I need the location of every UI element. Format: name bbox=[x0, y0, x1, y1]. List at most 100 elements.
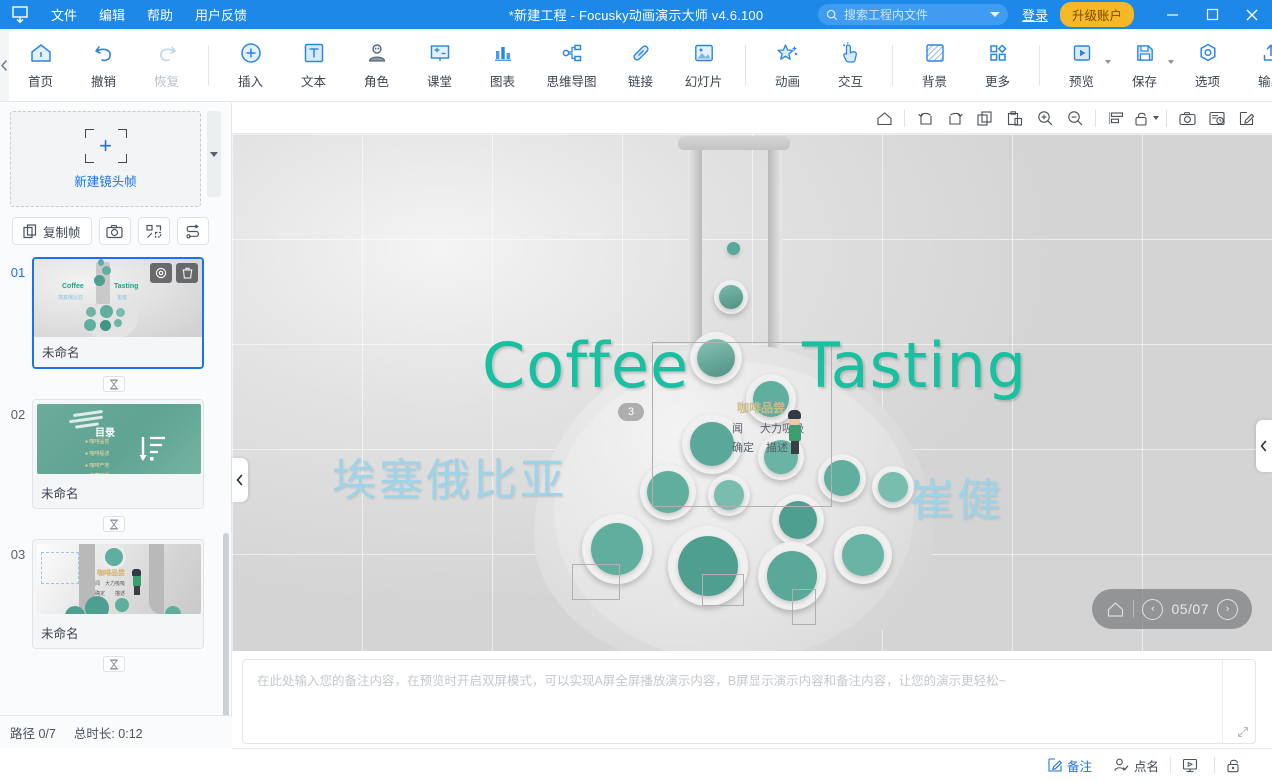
presenter-view-button[interactable] bbox=[1171, 758, 1214, 773]
zoom-out-button[interactable] bbox=[1060, 105, 1090, 131]
ribbon-button-more[interactable]: 更多 bbox=[966, 32, 1029, 98]
pager-next-button[interactable]: › bbox=[1217, 598, 1238, 620]
pager-prev-button[interactable]: ‹ bbox=[1142, 598, 1164, 620]
fit-frame-button[interactable] bbox=[137, 217, 170, 245]
align-button[interactable] bbox=[1101, 105, 1131, 131]
ribbon-button-text[interactable]: 文本 bbox=[282, 32, 345, 98]
edit-button[interactable] bbox=[1232, 105, 1262, 131]
save-disk-icon bbox=[1134, 40, 1156, 66]
ribbon-button-preview[interactable]: 预览 bbox=[1050, 32, 1113, 98]
canvas-paste-button[interactable] bbox=[1000, 105, 1030, 131]
selection-box-small-2[interactable] bbox=[702, 574, 744, 606]
notes-area: 在此处输入您的备注内容，在预览时开启双屏模式，可以实现A屏全屏播放演示内容，B屏… bbox=[232, 651, 1272, 748]
ribbon-label-preview: 预览 bbox=[1068, 75, 1094, 89]
canvas-copy-button[interactable] bbox=[970, 105, 1000, 131]
frames-list[interactable]: 01 Coffee Tasting 埃塞俄比亚 崔健 未命名 02 目录 ● 咖… bbox=[0, 255, 231, 748]
ribbon-divider-1 bbox=[208, 45, 209, 85]
ribbon-button-insert[interactable]: 插入 bbox=[219, 32, 282, 98]
preview-dropdown-icon[interactable] bbox=[1105, 60, 1111, 64]
canvas-camera-button[interactable] bbox=[1172, 105, 1202, 131]
ribbon-button-save[interactable]: 保存 bbox=[1113, 32, 1176, 98]
maximize-icon bbox=[1206, 8, 1218, 21]
rotate-right-button[interactable] bbox=[940, 105, 970, 131]
selection-box-small-3[interactable] bbox=[792, 589, 816, 625]
frame-name[interactable]: 未命名 bbox=[33, 478, 203, 508]
frame-timing-button-3[interactable] bbox=[103, 656, 125, 672]
notes-toggle-button[interactable]: 备注 bbox=[1037, 756, 1103, 775]
path-node-badge[interactable]: 3 bbox=[618, 403, 644, 421]
slide-stage[interactable]: 3 咖啡品尝 闻 大力吸吸 确定 描述 Coffee Tasting 埃塞俄比亚… bbox=[232, 134, 1272, 651]
minimize-button[interactable] bbox=[1152, 0, 1192, 29]
menu-item-help[interactable]: 帮助 bbox=[136, 1, 184, 28]
ribbon-button-chart[interactable]: 图表 bbox=[471, 32, 534, 98]
frame-number: 02 bbox=[10, 407, 26, 422]
slide-subtitle-left[interactable]: 埃塞俄比亚 bbox=[332, 444, 567, 508]
resize-handle-icon[interactable] bbox=[1237, 726, 1249, 738]
zoom-in-button[interactable] bbox=[1030, 105, 1060, 131]
save-dropdown-icon[interactable] bbox=[1168, 60, 1174, 64]
zoom-out-icon bbox=[1067, 111, 1082, 126]
frames-scrollbar[interactable] bbox=[223, 415, 229, 748]
login-button[interactable]: 登录 bbox=[1022, 5, 1048, 24]
frame-card[interactable]: Coffee Tasting 埃塞俄比亚 崔健 未命名 bbox=[32, 257, 204, 369]
ribbon-button-undo[interactable]: 撤销 bbox=[72, 32, 135, 98]
upgrade-account-button[interactable]: 升级账户 bbox=[1059, 2, 1134, 27]
frame-timing-button-2[interactable] bbox=[103, 516, 125, 532]
slide-subtitle-right[interactable]: 崔健 bbox=[910, 464, 1004, 528]
frame-name[interactable]: 未命名 bbox=[33, 618, 203, 648]
search-dropdown-icon[interactable] bbox=[989, 12, 1000, 17]
path-order-button[interactable] bbox=[176, 217, 209, 245]
notes-box[interactable]: 在此处输入您的备注内容，在预览时开启双屏模式，可以实现A屏全屏播放演示内容，B屏… bbox=[242, 659, 1256, 744]
lock-button[interactable] bbox=[1131, 105, 1161, 131]
ribbon-button-home[interactable]: 首页 bbox=[9, 32, 72, 98]
ribbon-button-slide[interactable]: 幻灯片 bbox=[672, 32, 735, 98]
hourglass-icon bbox=[110, 518, 118, 530]
ribbon-button-redo[interactable]: 恢复 bbox=[135, 32, 198, 98]
frame-card[interactable]: 咖啡品尝 闻 大力吸吸 确定 描述 未命名 bbox=[32, 539, 204, 649]
new-frame-button[interactable]: + 新建镜头帧 bbox=[10, 111, 201, 207]
capture-frame-button[interactable] bbox=[98, 217, 131, 245]
notes-input[interactable]: 在此处输入您的备注内容，在预览时开启双屏模式，可以实现A屏全屏播放演示内容，B屏… bbox=[243, 660, 1255, 703]
frame-name[interactable]: 未命名 bbox=[34, 337, 202, 367]
maximize-button[interactable] bbox=[1192, 0, 1232, 29]
frame-timing-button-1[interactable] bbox=[103, 376, 125, 392]
frame-card[interactable]: 目录 ● 咖啡品尝 ● 咖啡程述 ● 咖啡产地 ● 冲煮味觉 未命名 bbox=[32, 399, 204, 509]
collapse-right-panel-button[interactable] bbox=[1256, 420, 1272, 472]
lock-dropdown-icon[interactable] bbox=[1152, 116, 1159, 120]
rotate-left-button[interactable] bbox=[910, 105, 940, 131]
menu-item-edit[interactable]: 编辑 bbox=[88, 1, 136, 28]
slide-timing-button[interactable] bbox=[1202, 105, 1232, 131]
ribbon-button-classroom[interactable]: 课堂 bbox=[408, 32, 471, 98]
roll-call-button[interactable]: 点名 bbox=[1103, 756, 1170, 775]
ribbon-button-animation[interactable]: 动画 bbox=[756, 32, 819, 98]
menu-item-feedback[interactable]: 用户反馈 bbox=[184, 1, 258, 28]
collapse-left-panel-button[interactable] bbox=[232, 458, 248, 502]
frame-item-01[interactable]: 01 Coffee Tasting 埃塞俄比亚 崔健 未命名 bbox=[0, 257, 231, 369]
ribbon-button-options[interactable]: 选项 bbox=[1176, 32, 1239, 98]
frame-item-02[interactable]: 02 目录 ● 咖啡品尝 ● 咖啡程述 ● 咖啡产地 ● 冲煮味觉 未命名 bbox=[0, 399, 231, 509]
search-input[interactable]: 搜索工程内文件 bbox=[844, 6, 984, 23]
frame-settings-button[interactable] bbox=[150, 263, 172, 283]
slide-title-left[interactable]: Coffee bbox=[482, 329, 689, 402]
frame-delete-button[interactable] bbox=[176, 263, 198, 283]
lock-canvas-button[interactable] bbox=[1215, 758, 1258, 773]
ribbon-button-export[interactable]: 输出 bbox=[1239, 32, 1272, 98]
ribbon-scroll-left-button[interactable] bbox=[0, 29, 9, 101]
ribbon-button-link[interactable]: 链接 bbox=[609, 32, 672, 98]
ribbon-button-mindmap[interactable]: 思维导图 bbox=[534, 32, 609, 98]
ribbon-button-character[interactable]: 角色 bbox=[345, 32, 408, 98]
canvas-home-button[interactable] bbox=[869, 105, 899, 131]
ribbon-button-interactive[interactable]: 交互 bbox=[819, 32, 882, 98]
hand-click-icon bbox=[840, 40, 862, 66]
slide-title-right[interactable]: Tasting bbox=[802, 329, 1027, 402]
frame-templates-dropdown[interactable] bbox=[207, 111, 221, 197]
selection-box-small[interactable] bbox=[572, 564, 620, 600]
search-box[interactable]: 搜索工程内文件 bbox=[817, 4, 1008, 25]
ribbon-button-background[interactable]: 背景 bbox=[903, 32, 966, 98]
close-button[interactable] bbox=[1232, 0, 1272, 29]
frame-item-03[interactable]: 03 咖啡品尝 闻 大力吸吸 确定 描述 未命名 bbox=[0, 539, 231, 649]
lock-open-icon bbox=[1227, 759, 1239, 772]
copy-frame-button[interactable]: 复制帧 bbox=[12, 217, 92, 245]
menu-item-file[interactable]: 文件 bbox=[40, 1, 88, 28]
pager-home-button[interactable] bbox=[1106, 601, 1125, 618]
